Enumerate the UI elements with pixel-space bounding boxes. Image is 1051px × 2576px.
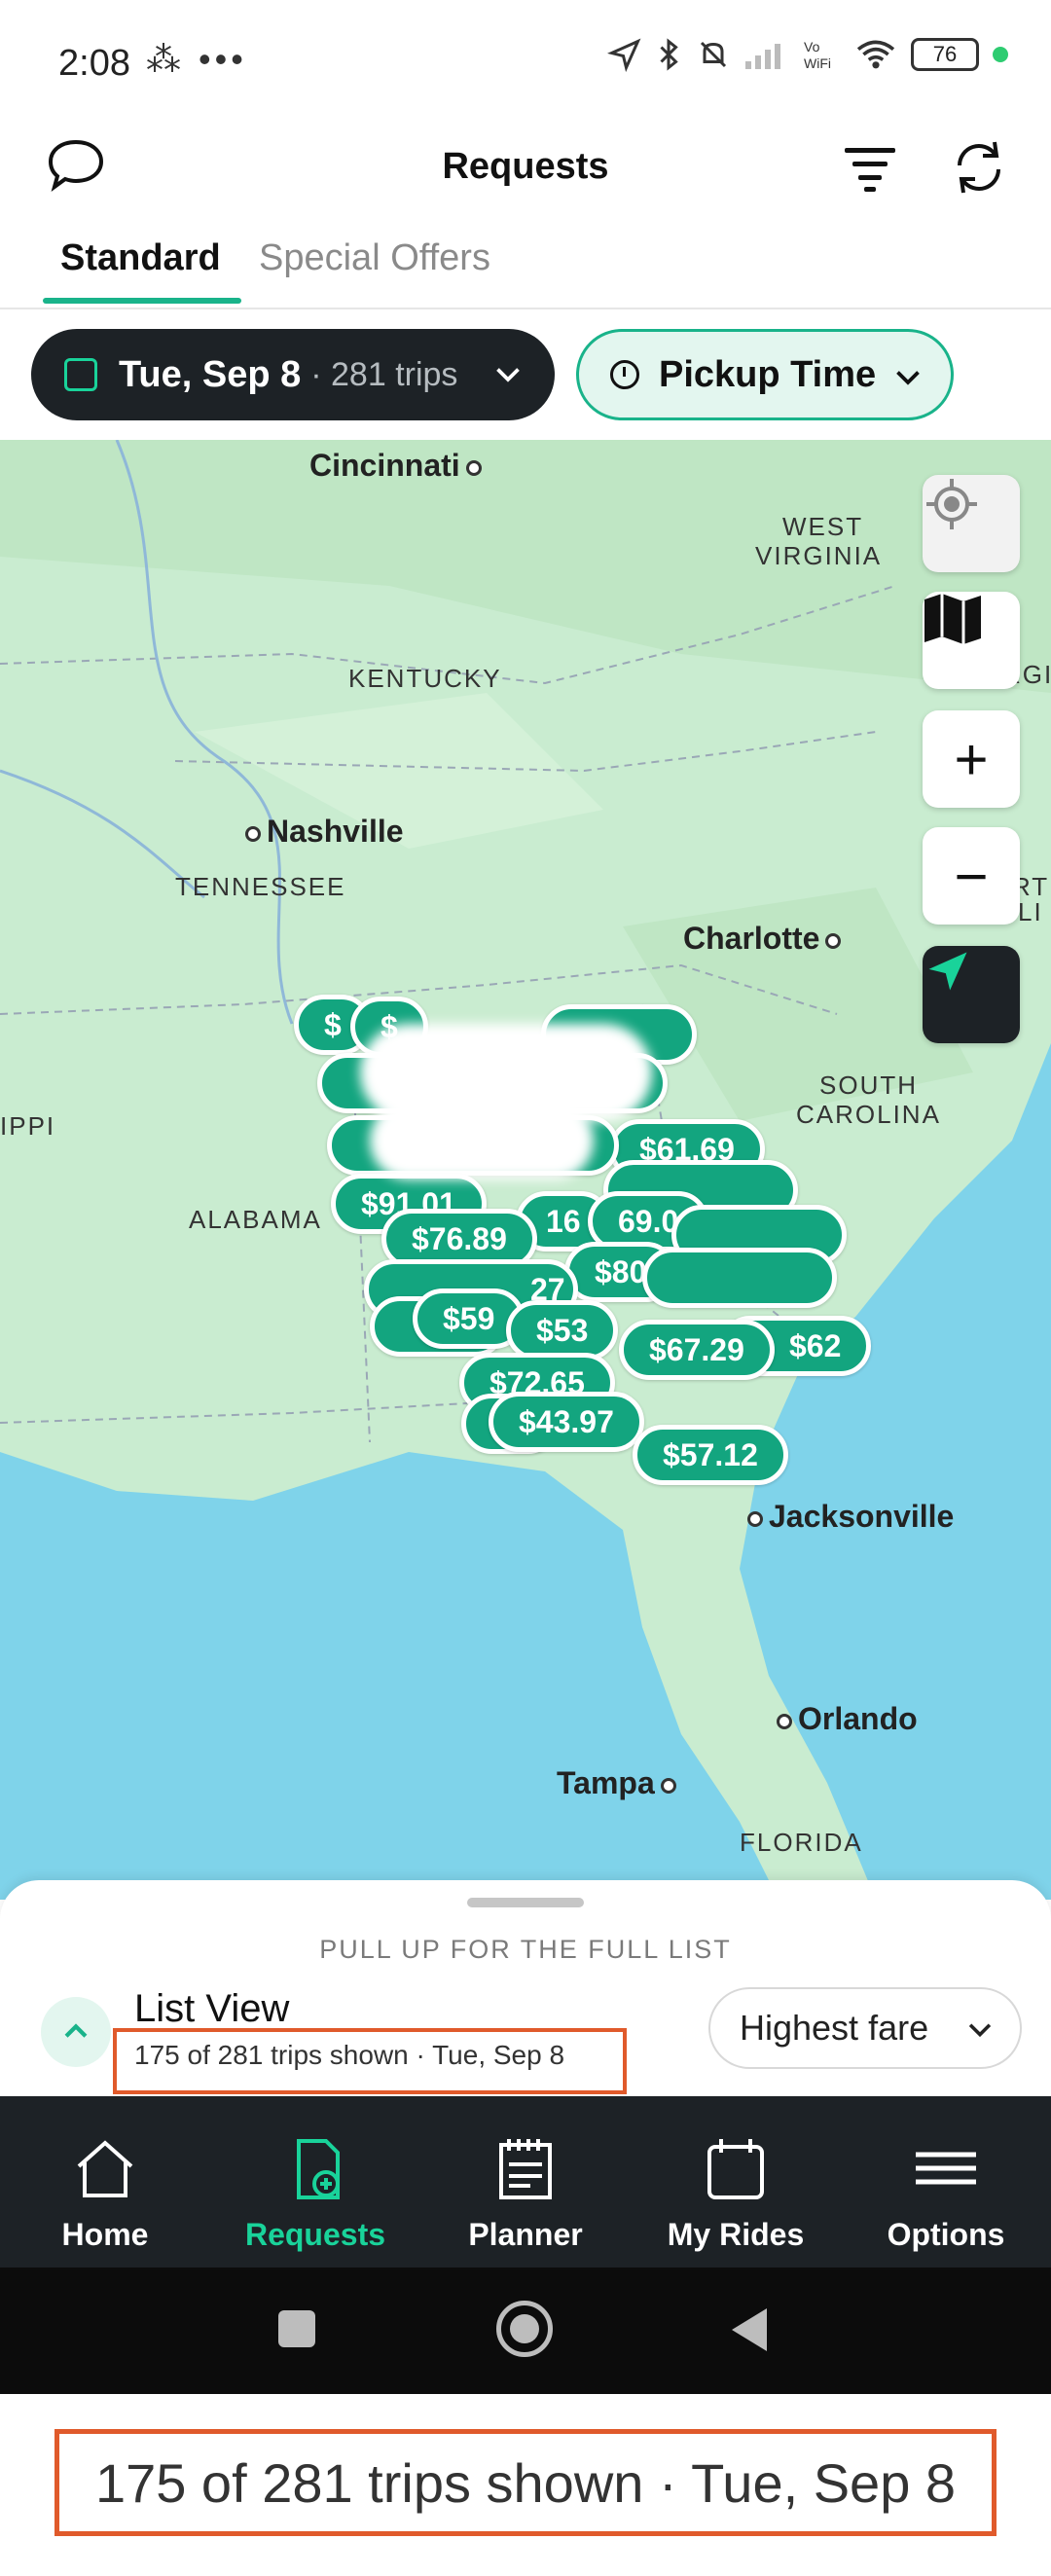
state-label-south: SOUTH — [819, 1070, 918, 1100]
planner-icon — [499, 2139, 552, 2199]
my-location-button[interactable] — [923, 946, 1020, 1043]
wifi-icon — [856, 40, 895, 69]
bluetooth-icon — [660, 38, 678, 71]
date-label: Tue, Sep 8 — [119, 353, 302, 395]
date-filter-chip[interactable]: Tue, Sep 8 · 281 trips — [31, 329, 555, 420]
city-label-nashville: Nashville — [239, 814, 404, 850]
chevron-down-icon — [896, 371, 920, 385]
active-tab-indicator — [43, 298, 241, 304]
requests-icon — [297, 2139, 340, 2199]
nav-my-rides-label: My Rides — [667, 2217, 805, 2252]
nav-requests-label: Requests — [244, 2217, 386, 2252]
state-label-west: WEST — [782, 512, 864, 541]
vowifi-icon: VoWiFi — [804, 39, 831, 71]
zoomed-caption: 175 of 281 trips shown · Tue, Sep 8 — [54, 2429, 997, 2536]
list-bottom-sheet[interactable]: PULL UP FOR THE FULL LIST List View 175 … — [0, 1880, 1051, 2096]
filter-icon[interactable] — [841, 138, 899, 197]
pull-up-hint: PULL UP FOR THE FULL LIST — [319, 1935, 732, 1964]
zoom-in-button[interactable]: + — [923, 710, 1020, 808]
status-bar: 2:08 ⁂ ••• Vo WiFi 76 — [0, 0, 1051, 127]
fare-pin[interactable]: $43.97 — [489, 1392, 644, 1452]
fare-pin[interactable]: $57.12 — [633, 1425, 788, 1485]
map-icon — [924, 594, 981, 644]
home-icon — [77, 2140, 133, 2197]
state-label-tennessee: TENNESSEE — [175, 872, 346, 901]
privacy-dot — [993, 47, 1008, 62]
navigation-arrow-icon — [928, 952, 967, 991]
location-icon — [607, 38, 641, 72]
state-label-virginia: VIRGINIA — [755, 541, 883, 570]
app-screen: 2:08 ⁂ ••• Vo WiFi 76 Requests Standard S… — [0, 0, 1051, 2394]
nav-options[interactable]: Options — [841, 2096, 1051, 2268]
state-label-mississippi-partial: IPPI — [0, 1111, 56, 1141]
plus-icon: + — [954, 726, 989, 792]
signal-icon — [745, 44, 780, 69]
svg-text:Vo: Vo — [804, 39, 820, 54]
sort-label: Highest fare — [740, 2008, 929, 2048]
nav-home[interactable]: Home — [0, 2096, 210, 2268]
nav-requests[interactable]: Requests — [210, 2096, 420, 2268]
chevron-down-icon — [968, 2023, 992, 2038]
fare-pin[interactable]: $53 — [506, 1300, 619, 1361]
nav-planner[interactable]: Planner — [420, 2096, 631, 2268]
state-label-nc-partial-2: LI — [1018, 897, 1043, 926]
nav-planner-label: Planner — [468, 2217, 583, 2252]
nav-home-label: Home — [61, 2217, 149, 2252]
chevron-up-icon — [64, 2023, 88, 2038]
map-layers-button[interactable] — [923, 592, 1020, 689]
sort-dropdown[interactable]: Highest fare — [708, 1987, 1022, 2069]
tab-standard[interactable]: Standard — [60, 237, 221, 279]
calendar-icon — [707, 2139, 764, 2199]
tab-special-offers[interactable]: Special Offers — [259, 237, 490, 279]
mute-icon — [700, 41, 727, 68]
city-label-tampa: Tampa — [557, 1765, 682, 1801]
battery-icon: 76 — [911, 38, 979, 71]
tab-bar: Standard Special Offers — [0, 226, 1051, 309]
target-icon — [926, 479, 977, 529]
city-label-cincinnati: Cincinnati — [309, 448, 488, 484]
nav-options-label: Options — [887, 2217, 1005, 2252]
city-label-jacksonville: Jacksonville — [742, 1499, 954, 1535]
fare-pin[interactable]: $67.29 — [619, 1320, 775, 1380]
minus-icon: − — [954, 843, 989, 909]
calendar-icon — [64, 358, 97, 391]
trip-count-label: · 281 trips — [310, 355, 458, 393]
redacted-area — [370, 1102, 594, 1179]
zoom-out-button[interactable]: − — [923, 827, 1020, 925]
highlight-box — [113, 2028, 627, 2094]
menu-icon — [916, 2152, 976, 2185]
expand-list-button[interactable] — [41, 1997, 111, 2067]
pickup-time-chip[interactable]: Pickup Time — [576, 329, 954, 420]
list-view-title: List View — [134, 1987, 290, 2030]
home-system-icon[interactable] — [496, 2301, 553, 2357]
system-nav-bar — [0, 2268, 1051, 2394]
bottom-nav: Home Requests Planner My Rides Options — [0, 2096, 1051, 2268]
state-label-carolina: CAROLINA — [796, 1100, 941, 1129]
drag-handle[interactable] — [467, 1898, 584, 1907]
city-label-charlotte: Charlotte — [683, 921, 847, 957]
status-indicators: Vo WiFi 76 — [607, 37, 1008, 72]
clock-icon — [610, 360, 639, 389]
trip-map[interactable]: Cincinnati WEST VIRGINIA RGI KENTUCKY Na… — [0, 440, 1051, 1900]
fare-pin[interactable] — [642, 1248, 837, 1308]
recent-apps-icon[interactable] — [278, 2310, 315, 2347]
state-label-florida: FLORIDA — [740, 1828, 863, 1857]
city-label-orlando: Orlando — [771, 1701, 918, 1737]
state-label-kentucky: KENTUCKY — [348, 664, 502, 693]
state-label-alabama: ALABAMA — [189, 1205, 322, 1234]
notification-icons: ⁂ ••• — [146, 39, 247, 79]
svg-text:WiFi: WiFi — [804, 55, 831, 71]
recenter-target-button[interactable] — [923, 475, 1020, 572]
nav-my-rides[interactable]: My Rides — [631, 2096, 841, 2268]
back-icon[interactable] — [732, 2308, 767, 2351]
app-header: Requests — [0, 127, 1051, 224]
chevron-down-icon — [496, 368, 520, 382]
refresh-icon[interactable] — [948, 136, 1010, 199]
status-time: 2:08 — [58, 43, 130, 84]
pickup-time-label: Pickup Time — [659, 353, 877, 395]
